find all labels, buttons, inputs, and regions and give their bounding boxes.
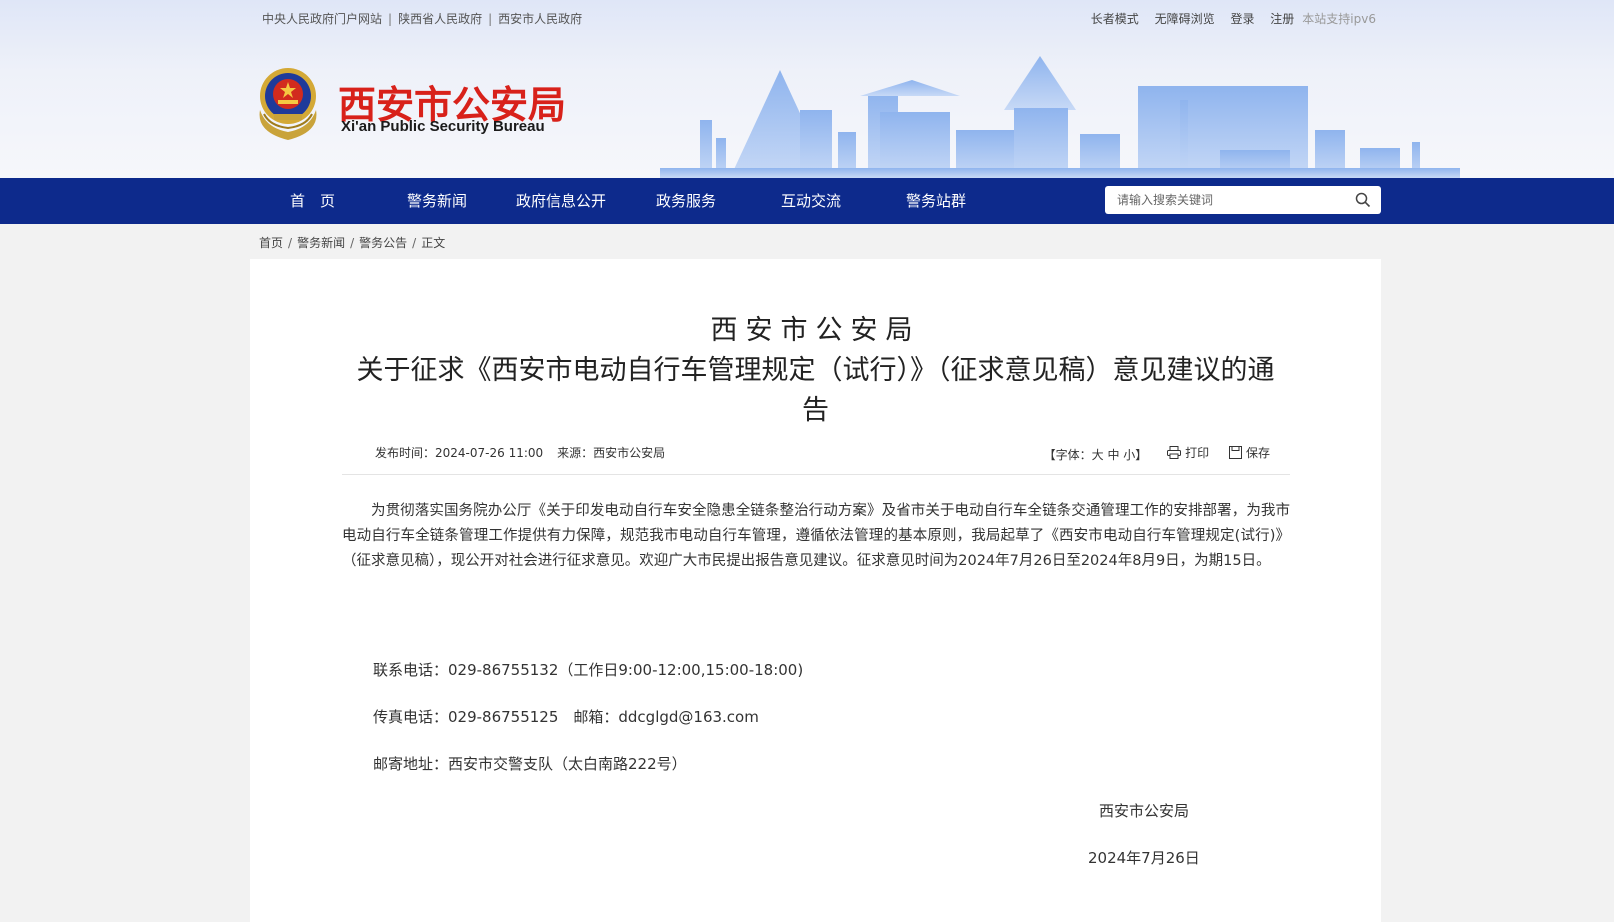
elder-mode-link[interactable]: 长者模式 bbox=[1091, 12, 1139, 26]
nav-interaction[interactable]: 互动交流 bbox=[781, 178, 841, 224]
breadcrumb-home[interactable]: 首页 bbox=[259, 236, 283, 250]
search-input[interactable] bbox=[1117, 186, 1347, 214]
signature: 西安市公安局 bbox=[1099, 802, 1190, 820]
article-title-line1: 西安市公安局 bbox=[710, 315, 921, 346]
breadcrumb-separator: / bbox=[288, 236, 293, 250]
signature-date: 2024年7月26日 bbox=[1088, 849, 1200, 867]
publish-time: 2024-07-26 11:00 bbox=[435, 446, 544, 460]
save-icon bbox=[1228, 446, 1242, 459]
separator: | bbox=[488, 12, 493, 26]
article-meta: 发布时间：2024-07-26 11:00 来源：西安市公安局 【字体：大 中 小… bbox=[342, 444, 1290, 475]
link-xian-gov[interactable]: 西安市人民政府 bbox=[498, 12, 582, 26]
print-button[interactable]: 打印 bbox=[1167, 444, 1209, 461]
save-button[interactable]: 保存 bbox=[1228, 444, 1270, 461]
font-label: 【字体： bbox=[1043, 448, 1092, 462]
breadcrumb-separator: / bbox=[412, 236, 417, 250]
nav-gov-service[interactable]: 政务服务 bbox=[656, 178, 716, 224]
font-size-control: 【字体：大 中 小】 bbox=[1044, 448, 1148, 462]
link-shaanxi-gov[interactable]: 陕西省人民政府 bbox=[398, 12, 482, 26]
site-header: 中央人民政府门户网站 | 陕西省人民政府 | 西安市人民政府 长者模式 无障碍浏览 登录… bbox=[0, 0, 1614, 178]
breadcrumb: 首页 / 警务新闻 / 警务公告 / 正文 bbox=[259, 234, 445, 251]
city-skyline-illustration bbox=[660, 56, 1460, 178]
contact-address: 邮寄地址：西安市交警支队（太白南路222号） bbox=[373, 755, 687, 773]
nav-station-group[interactable]: 警务站群 bbox=[906, 178, 966, 224]
breadcrumb-announcements[interactable]: 警务公告 bbox=[359, 236, 407, 250]
contact-phone: 联系电话：029-86755132（工作日9:00-12:00,15:00-18… bbox=[373, 661, 804, 679]
font-medium-button[interactable]: 中 bbox=[1107, 448, 1119, 462]
article-panel: 西安市公安局 关于征求《西安市电动自行车管理规定（试行）》（征求意见稿）意见建议… bbox=[250, 259, 1381, 922]
save-label: 保存 bbox=[1245, 446, 1270, 460]
font-large-button[interactable]: 大 bbox=[1092, 448, 1104, 462]
print-label: 打印 bbox=[1185, 446, 1210, 460]
login-link[interactable]: 登录 bbox=[1230, 12, 1254, 26]
font-label-close: 】 bbox=[1135, 448, 1148, 462]
font-small-button[interactable]: 小 bbox=[1123, 448, 1135, 462]
topbar-user-links: 长者模式 无障碍浏览 登录 注册 本站支持ipv6 bbox=[1079, 10, 1376, 27]
article-title: 西安市公安局 关于征求《西安市电动自行车管理规定（试行）》（征求意见稿）意见建议… bbox=[250, 311, 1381, 431]
printer-icon bbox=[1167, 446, 1182, 459]
source-value: 西安市公安局 bbox=[593, 446, 666, 460]
nav-home[interactable]: 首 页 bbox=[290, 178, 335, 224]
nav-police-news[interactable]: 警务新闻 bbox=[407, 178, 467, 224]
article-meta-info: 发布时间：2024-07-26 11:00 来源：西安市公安局 bbox=[375, 444, 665, 461]
breadcrumb-current: 正文 bbox=[421, 236, 446, 250]
separator: | bbox=[388, 12, 393, 26]
article-tools: 【字体：大 中 小】 打印 保存 bbox=[1044, 444, 1270, 463]
search-box bbox=[1105, 186, 1381, 214]
source-label: 来源： bbox=[557, 446, 594, 460]
breadcrumb-police-news[interactable]: 警务新闻 bbox=[297, 236, 345, 250]
accessible-link[interactable]: 无障碍浏览 bbox=[1155, 12, 1215, 26]
link-central-gov[interactable]: 中央人民政府门户网站 bbox=[262, 12, 382, 26]
ipv6-note: 本站支持ipv6 bbox=[1302, 12, 1376, 26]
article-title-line2: 关于征求《西安市电动自行车管理规定（试行）》（征求意见稿）意见建议的通告 bbox=[356, 355, 1275, 426]
breadcrumb-separator: / bbox=[350, 236, 355, 250]
article-body-paragraph: 为贯彻落实国务院办公厅《关于印发电动自行车安全隐患全链条整治行动方案》及省市关于… bbox=[342, 503, 1290, 569]
publish-label: 发布时间： bbox=[375, 446, 436, 460]
topbar-gov-links: 中央人民政府门户网站 | 陕西省人民政府 | 西安市人民政府 bbox=[262, 10, 582, 27]
police-emblem-icon[interactable] bbox=[248, 62, 330, 144]
nav-gov-info[interactable]: 政府信息公开 bbox=[516, 178, 606, 224]
logo-en-title[interactable]: Xi'an Public Security Bureau bbox=[341, 118, 545, 135]
search-icon[interactable] bbox=[1355, 192, 1371, 208]
register-link[interactable]: 注册 bbox=[1270, 12, 1294, 26]
contact-fax-email: 传真电话：029-86755125 邮箱：ddcglgd@163.com bbox=[373, 708, 759, 726]
